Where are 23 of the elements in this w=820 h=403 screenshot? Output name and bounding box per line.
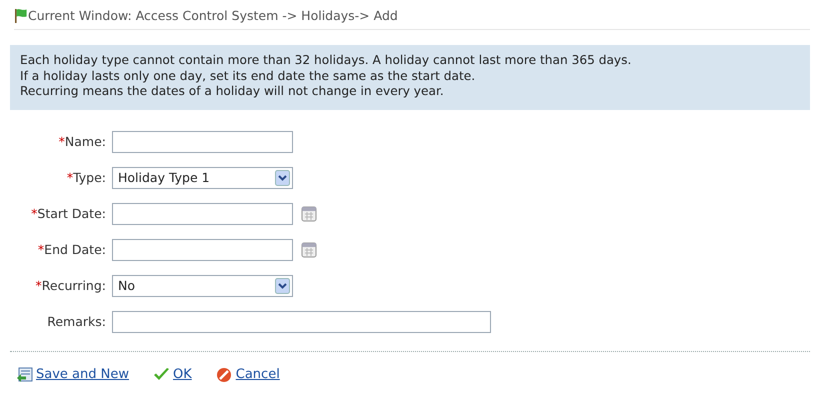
field-label: *Type: xyxy=(66,170,106,185)
date-field[interactable] xyxy=(112,202,293,224)
cancel-icon xyxy=(216,366,233,382)
field-label: *Name: xyxy=(58,134,106,149)
field-label: *Recurring: xyxy=(36,278,106,293)
flag-icon xyxy=(14,8,28,23)
action-link[interactable]: OK xyxy=(153,366,192,382)
action-link[interactable]: Cancel xyxy=(216,366,280,382)
action-link[interactable]: Save and New xyxy=(16,366,129,382)
field-label: *End Date: xyxy=(38,242,106,257)
field-label: Remarks: xyxy=(47,314,106,329)
check-icon xyxy=(153,366,170,382)
dropdown[interactable]: Holiday Type 1 xyxy=(112,166,293,188)
save-icon xyxy=(16,366,33,382)
calendar-icon[interactable] xyxy=(301,206,317,222)
info-text: Each holiday type cannot contain more than 32 holidays. A holiday cannot last more than 365 days. If a holiday lasts only one day, set its end date the same as the start date. Recurring means the dates of a holiday will not change in every year. xyxy=(10,45,810,110)
text-field[interactable] xyxy=(112,310,491,332)
dropdown[interactable]: No xyxy=(112,274,293,296)
text-field[interactable] xyxy=(112,130,293,152)
field-label: *Start Date: xyxy=(31,206,106,221)
calendar-icon[interactable] xyxy=(301,242,317,258)
date-field[interactable] xyxy=(112,238,293,260)
breadcrumb: Current Window: Access Control System -> Holidays-> Add xyxy=(28,8,398,23)
